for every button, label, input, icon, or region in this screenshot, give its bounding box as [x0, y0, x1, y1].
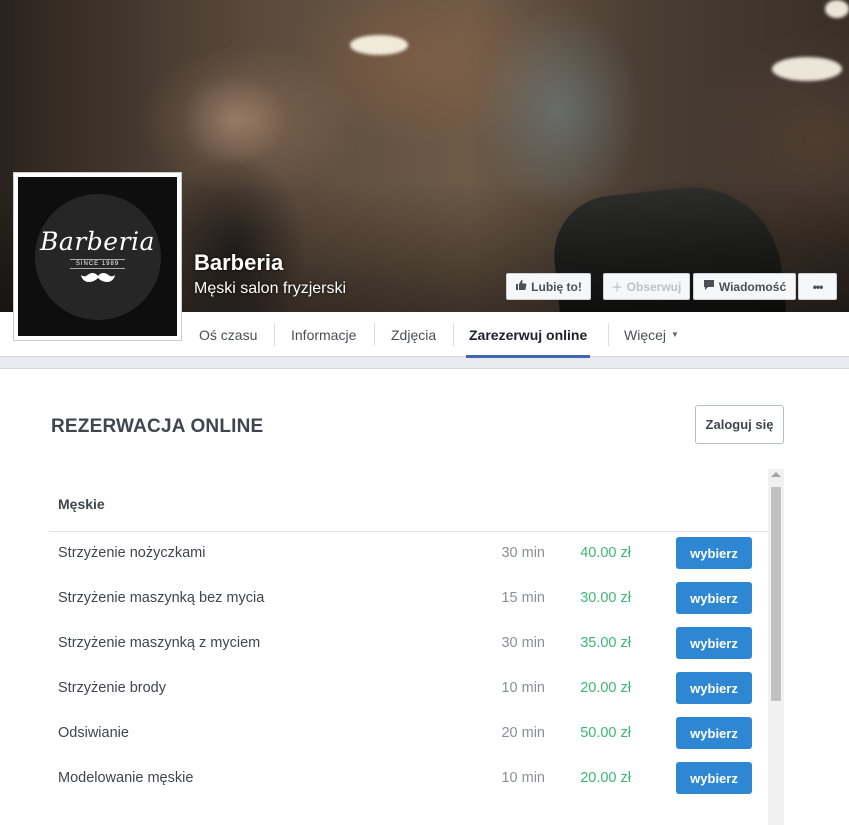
service-price: 30.00 zł [580, 590, 631, 606]
logo-wordmark: Barberia [40, 226, 155, 256]
tab-timeline[interactable]: Oś czasu [183, 312, 273, 357]
service-duration: 10 min [501, 770, 545, 786]
service-row: Strzyżenie maszynką bez mycia 15 min 30.… [49, 577, 768, 622]
service-list: Męskie Strzyżenie nożyczkami 30 min 40.0… [49, 469, 768, 825]
page-category: Męski salon fryzjerski [194, 280, 347, 297]
scrollbar-thumb[interactable] [771, 487, 781, 701]
service-duration: 15 min [501, 590, 545, 606]
service-price: 35.00 zł [580, 635, 631, 651]
more-options-icon: ••• [812, 279, 824, 294]
category-title: Męskie [58, 496, 105, 512]
service-row: Strzyżenie brody 10 min 20.00 zł wybierz [49, 667, 768, 712]
reservation-title: REZERWACJA ONLINE [51, 416, 264, 437]
service-row: Modelowanie męskie 10 min 20.00 zł wybie… [49, 757, 768, 802]
scrollbar[interactable] [768, 469, 784, 825]
more-options-button[interactable]: ••• [798, 273, 837, 300]
service-price: 50.00 zł [580, 725, 631, 741]
tab-label: Informacje [291, 326, 357, 343]
profile-picture[interactable]: Barberia SINCE 1989 [13, 172, 182, 341]
service-row: Strzyżenie maszynką z myciem 30 min 35.0… [49, 622, 768, 667]
like-button[interactable]: Lubię to! [506, 273, 591, 300]
select-service-button[interactable]: wybierz [676, 762, 752, 794]
service-name: Strzyżenie nożyczkami [58, 545, 206, 561]
follow-label: Obserwuj [626, 279, 682, 294]
cover-lamp [772, 57, 842, 81]
page-title[interactable]: Barberia [194, 250, 283, 276]
service-duration: 30 min [501, 635, 545, 651]
service-price: 20.00 zł [580, 680, 631, 696]
speech-bubble-icon [703, 279, 715, 294]
tab-book-online[interactable]: Zarezerwuj online [466, 312, 591, 358]
select-service-button[interactable]: wybierz [676, 672, 752, 704]
service-name: Modelowanie męskie [58, 770, 194, 786]
login-button[interactable]: Zaloguj się [695, 405, 784, 444]
profile-logo: Barberia SINCE 1989 [18, 177, 177, 336]
tab-label: Zdjęcia [391, 326, 437, 343]
service-duration: 20 min [501, 725, 545, 741]
scroll-up-icon[interactable] [771, 472, 781, 477]
service-name: Strzyżenie maszynką bez mycia [58, 590, 265, 606]
tab-label: Zarezerwuj online [469, 326, 588, 343]
caret-down-icon: ▼ [671, 330, 679, 339]
service-price: 20.00 zł [580, 770, 631, 786]
cover-lamp [825, 0, 849, 18]
tab-photos[interactable]: Zdjęcia [375, 312, 452, 357]
message-button[interactable]: Wiadomość [693, 273, 796, 300]
follow-button[interactable]: ＋ Obserwuj [603, 273, 690, 300]
service-row: Odsiwianie 20 min 50.00 zł wybierz [49, 712, 768, 757]
service-price: 40.00 zł [580, 545, 631, 561]
logo-since: SINCE 1989 [69, 258, 126, 269]
select-service-button[interactable]: wybierz [676, 537, 752, 569]
service-duration: 30 min [501, 545, 545, 561]
cover-lamp [350, 35, 408, 55]
mustache-icon [80, 271, 116, 287]
tab-label: Więcej [624, 326, 667, 343]
select-service-button[interactable]: wybierz [676, 627, 752, 659]
service-name: Strzyżenie brody [58, 680, 166, 696]
logo-badge: Barberia SINCE 1989 [34, 193, 161, 320]
service-name: Strzyżenie maszynką z myciem [58, 635, 261, 651]
like-label: Lubię to! [531, 279, 582, 294]
tab-more[interactable]: Więcej ▼ [608, 312, 695, 357]
plus-icon: ＋ [611, 281, 623, 294]
select-service-button[interactable]: wybierz [676, 582, 752, 614]
tab-about[interactable]: Informacje [275, 312, 372, 357]
message-label: Wiadomość [718, 279, 787, 294]
tab-label: Oś czasu [199, 326, 258, 343]
service-row: Strzyżenie nożyczkami 30 min 40.00 zł wy… [49, 532, 768, 577]
reservation-panel: REZERWACJA ONLINE Zaloguj się Męskie Str… [0, 368, 849, 825]
tab-divider [453, 323, 454, 346]
select-service-button[interactable]: wybierz [676, 717, 752, 749]
thumbs-up-icon [515, 279, 527, 294]
service-name: Odsiwianie [58, 725, 129, 741]
service-duration: 10 min [501, 680, 545, 696]
